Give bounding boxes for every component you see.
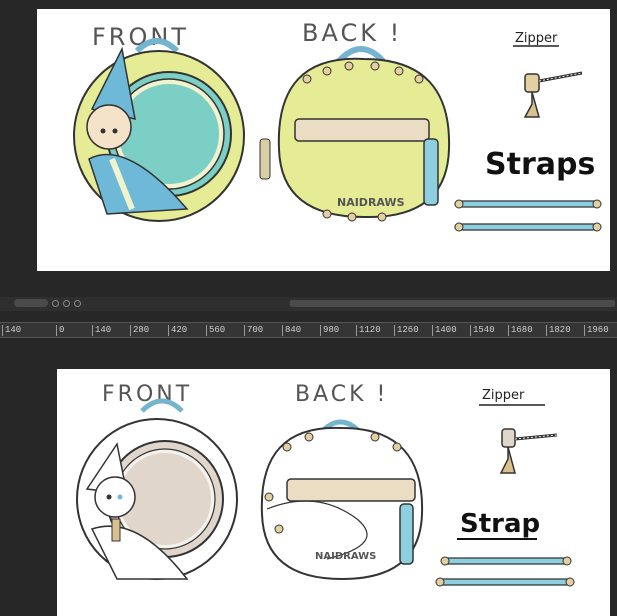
rotate-icon[interactable] (52, 299, 59, 307)
ruler-tick: 560 (206, 325, 225, 336)
circle-icon[interactable] (74, 299, 81, 307)
bottom-canvas[interactable]: FRONT BACK ! Zipper Strap NAIDRAWS (57, 369, 610, 616)
ruler-tick: 140 (2, 325, 21, 336)
ruler-tick: 280 (130, 325, 149, 336)
top-canvas[interactable]: FRONT BACK ! Zipper Straps NAIDRAWS (37, 9, 610, 271)
front-label: FRONT (102, 382, 192, 407)
zipper-label: Zipper (482, 388, 525, 403)
ruler-tick: 420 (168, 325, 187, 336)
ruler-tick: 840 (282, 325, 301, 336)
back-bag-white: NAIDRAWS (260, 419, 424, 581)
watermark: NAIDRAWS (337, 196, 405, 209)
history-icon[interactable] (63, 299, 70, 307)
ruler-tick: 980 (320, 325, 339, 336)
front-bag-colored (73, 38, 245, 222)
horizontal-ruler: 140 0 140 280 420 560 700 840 980 1120 1… (0, 322, 617, 338)
ruler-tick: 1120 (356, 325, 381, 336)
panel-toolbar (0, 297, 617, 311)
bottom-artwork: FRONT BACK ! Zipper Strap NAIDRAWS (76, 382, 575, 587)
strap-label: Strap (460, 509, 540, 539)
watermark: NAIDRAWS (315, 551, 376, 562)
collapse-pill-icon[interactable] (14, 299, 48, 307)
horizontal-scrollbar[interactable] (290, 300, 615, 307)
strap-art (435, 556, 575, 587)
ruler-tick: 1260 (394, 325, 419, 336)
zipper-label: Zipper (515, 31, 558, 46)
ruler-tick: 0 (56, 325, 64, 336)
ruler-tick: 1680 (508, 325, 533, 336)
ruler-tick: 1400 (432, 325, 457, 336)
front-bag-white (76, 398, 238, 580)
back-label: BACK ! (302, 19, 402, 47)
ruler-tick: 1960 (584, 325, 609, 336)
ruler-tick: 140 (92, 325, 111, 336)
straps-label: Straps (485, 147, 595, 182)
ruler-tick: 700 (244, 325, 263, 336)
straps-art (454, 199, 602, 232)
zipper-art (499, 428, 558, 474)
ruler-tick: 1820 (546, 325, 571, 336)
back-bag-colored: NAIDRAWS (259, 46, 451, 222)
back-label: BACK ! (295, 382, 388, 407)
ruler-tick: 1540 (470, 325, 495, 336)
top-artwork: FRONT BACK ! Zipper Straps NAIDRAWS (73, 19, 602, 232)
zipper-art (523, 71, 583, 118)
